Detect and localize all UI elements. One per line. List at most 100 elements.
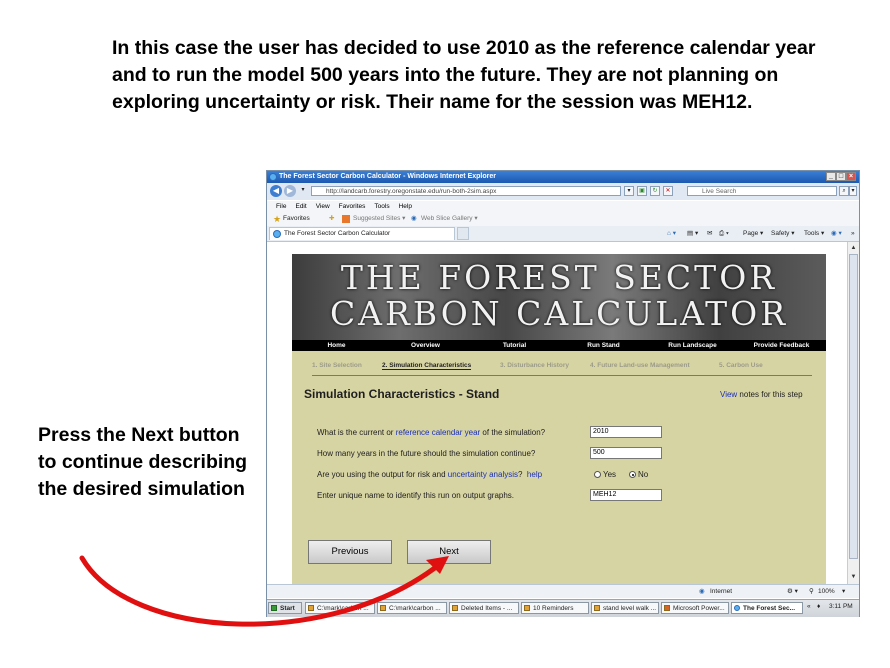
question-text: What is the current or: [317, 428, 396, 437]
step-disturbance-history[interactable]: 3. Disturbance History: [500, 362, 569, 369]
close-button[interactable]: ×: [846, 172, 856, 181]
zoom-dropdown-icon[interactable]: ▾: [842, 585, 845, 598]
uncertainty-analysis-link[interactable]: uncertainty analysis: [448, 470, 518, 479]
mail-icon[interactable]: ✉: [707, 226, 712, 241]
reference-year-input[interactable]: 2010: [590, 426, 662, 438]
step-simulation-characteristics[interactable]: 2. Simulation Characteristics: [382, 362, 472, 370]
add-favorite-icon[interactable]: ✚: [329, 212, 334, 226]
feeds-icon[interactable]: ▤ ▾: [687, 226, 698, 241]
forward-icon[interactable]: ▶: [284, 185, 296, 197]
steps-divider: [312, 375, 812, 376]
run-name-input[interactable]: MEH12: [590, 489, 662, 501]
taskbar-item-5[interactable]: stand level walk ...: [591, 602, 659, 614]
tab-row: The Forest Sector Carbon Calculator ⌂ ▾ …: [267, 226, 859, 242]
next-button[interactable]: Next: [407, 540, 491, 564]
radio-yes-dot[interactable]: [594, 471, 601, 478]
zoom-icon: ⚲: [809, 588, 814, 595]
chevron-icon[interactable]: »: [851, 226, 855, 241]
tray-expand-icon[interactable]: «: [807, 603, 811, 610]
taskbar-item-7[interactable]: The Forest Sec...: [731, 602, 803, 614]
address-dropdown-icon[interactable]: ▾: [624, 186, 634, 196]
stop-icon[interactable]: ✕: [663, 186, 673, 196]
view-notes-link[interactable]: View: [720, 390, 737, 399]
taskbar-item-label: stand level walk ...: [603, 605, 657, 612]
taskbar-item-6[interactable]: Microsoft Power...: [661, 602, 729, 614]
menu-view[interactable]: View: [316, 201, 330, 212]
nav-tutorial[interactable]: Tutorial: [470, 340, 559, 351]
menu-help[interactable]: Help: [399, 201, 412, 212]
search-options-icon[interactable]: ▾: [849, 186, 857, 196]
side-note: Press the Next button to continue descri…: [38, 424, 248, 500]
taskbar-item-3[interactable]: Deleted Items - ...: [449, 602, 519, 614]
compatibility-icon[interactable]: ▣: [637, 186, 647, 196]
help-link[interactable]: help: [527, 470, 542, 479]
nav-home[interactable]: Home: [292, 340, 381, 351]
calculator-page: THE FOREST SECTOR CARBON CALCULATOR Home…: [292, 254, 826, 584]
nav-overview[interactable]: Overview: [381, 340, 470, 351]
refresh-icon[interactable]: ↻: [650, 186, 660, 196]
step-site-selection[interactable]: 1. Site Selection: [312, 362, 362, 369]
radio-yes[interactable]: Yes: [594, 470, 616, 479]
ie-icon: [269, 173, 277, 181]
image-icon: [594, 605, 600, 611]
home-icon[interactable]: ⌂ ▾: [667, 226, 676, 241]
taskbar-item-2[interactable]: C:\mark\carbon ...: [377, 602, 447, 614]
taskbar-item-1[interactable]: C:\mark\carbon ...: [305, 602, 375, 614]
reference-year-link[interactable]: reference calendar year: [396, 428, 481, 437]
security-zone: Internet: [710, 588, 733, 595]
maximize-button[interactable]: □: [836, 172, 846, 181]
back-icon[interactable]: ◀: [270, 185, 282, 197]
previous-button[interactable]: Previous: [308, 540, 392, 564]
nav-run-landscape[interactable]: Run Landscape: [648, 340, 737, 351]
taskbar-item-label: Deleted Items - ...: [461, 605, 513, 612]
outlook-icon: [452, 605, 458, 611]
view-notes: View notes for this step: [720, 390, 803, 399]
reminder-icon: [524, 605, 530, 611]
menu-edit[interactable]: Edit: [295, 201, 306, 212]
step-future-land-use[interactable]: 4. Future Land-use Management: [590, 362, 690, 369]
page-viewport: THE FOREST SECTOR CARBON CALCULATOR Home…: [267, 242, 847, 584]
suggested-sites[interactable]: Suggested Sites ▾: [353, 212, 405, 226]
taskbar-item-4[interactable]: 10 Reminders: [521, 602, 589, 614]
zoom-level[interactable]: 100%: [818, 585, 835, 598]
radio-no-dot[interactable]: [629, 471, 636, 478]
scroll-down-icon[interactable]: ▼: [849, 572, 858, 582]
years-future-input[interactable]: 500: [590, 447, 662, 459]
start-button[interactable]: Start: [268, 602, 302, 614]
search-input[interactable]: Live Search: [687, 186, 837, 196]
help-icon[interactable]: ◉ ▾: [831, 226, 842, 241]
browser-window: The Forest Sector Carbon Calculator - Wi…: [266, 170, 860, 617]
scroll-thumb[interactable]: [849, 254, 858, 559]
clock: 3:11 PM: [829, 603, 853, 610]
section-title: Simulation Characteristics - Stand: [304, 387, 500, 401]
tools-menu[interactable]: Tools ▾: [804, 226, 824, 241]
web-slice-gallery[interactable]: Web Slice Gallery ▾: [421, 212, 478, 226]
taskbar-item-label: C:\mark\carbon ...: [389, 605, 441, 612]
address-bar[interactable]: http://landcarb.forestry.oregonstate.edu…: [311, 186, 621, 196]
print-icon[interactable]: ⎙ ▾: [719, 226, 729, 241]
menu-tools[interactable]: Tools: [374, 201, 389, 212]
new-tab-button[interactable]: [457, 227, 469, 240]
radio-no[interactable]: No: [629, 470, 648, 479]
question-text: Are you using the output for risk and: [317, 470, 448, 479]
tab-active[interactable]: The Forest Sector Carbon Calculator: [269, 227, 455, 240]
scroll-up-icon[interactable]: ▲: [849, 243, 858, 253]
web-slice-icon: ◉: [411, 215, 417, 222]
page-menu[interactable]: Page ▾: [743, 226, 763, 241]
protected-mode-icon[interactable]: ⚙ ▾: [787, 585, 798, 598]
minimize-button[interactable]: _: [826, 172, 836, 181]
vertical-scrollbar[interactable]: ▲ ▼: [847, 242, 859, 584]
tray-icon: ♦: [817, 603, 821, 610]
address-row: ◀ ▶ ▾ http://landcarb.forestry.oregonsta…: [267, 183, 859, 200]
history-dropdown-icon[interactable]: ▾: [298, 186, 308, 196]
favorites-button[interactable]: Favorites: [283, 212, 310, 226]
search-icon[interactable]: ⌕: [839, 186, 849, 196]
step-carbon-use[interactable]: 5. Carbon Use: [719, 362, 763, 369]
safety-menu[interactable]: Safety ▾: [771, 226, 795, 241]
tab-ie-icon: [273, 230, 281, 238]
nav-run-stand[interactable]: Run Stand: [559, 340, 648, 351]
nav-provide-feedback[interactable]: Provide Feedback: [737, 340, 826, 351]
menu-favorites[interactable]: Favorites: [339, 201, 366, 212]
favorites-bar: ★ Favorites ✚ Suggested Sites ▾ ◉ Web Sl…: [267, 212, 859, 227]
menu-file[interactable]: File: [276, 201, 286, 212]
